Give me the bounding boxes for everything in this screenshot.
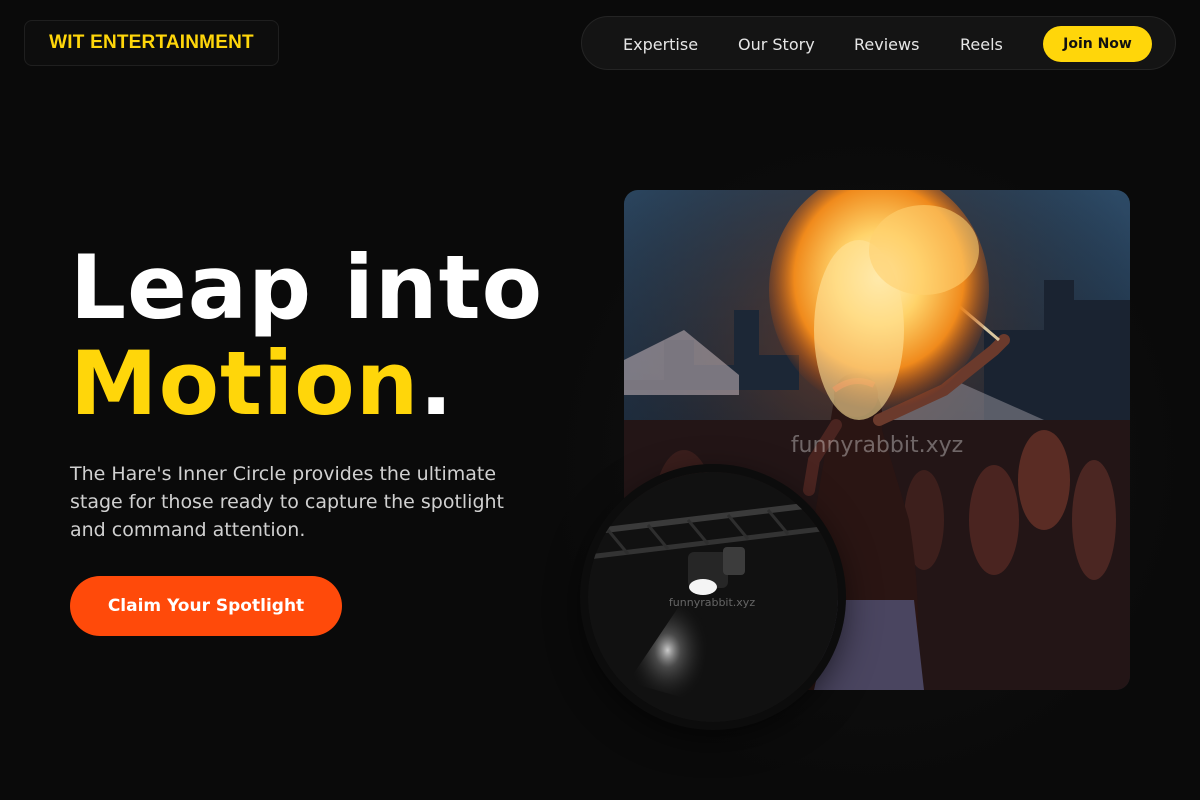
join-now-button[interactable]: Join Now (1043, 26, 1152, 62)
main-nav: Expertise Our Story Reviews Reels Join N… (581, 16, 1176, 70)
hero-title-punct: . (419, 332, 454, 435)
hero-title: Leap into Motion. (70, 240, 543, 432)
hero-title-highlight: Motion (70, 332, 420, 435)
nav-link-our-story[interactable]: Our Story (738, 17, 815, 71)
nav-link-expertise[interactable]: Expertise (623, 17, 698, 71)
claim-spotlight-button[interactable]: Claim Your Spotlight (70, 576, 342, 636)
spot-image-watermark: funnyrabbit.xyz (669, 596, 755, 609)
nav-link-reels[interactable]: Reels (960, 17, 1003, 71)
hero-title-line1: Leap into (70, 236, 544, 339)
main-image-watermark: funnyrabbit.xyz (791, 433, 963, 458)
nav-link-reviews[interactable]: Reviews (854, 17, 919, 71)
logo[interactable]: WIT ENTERTAINMENT (24, 20, 279, 66)
spotlight-image: funnyrabbit.xyz (588, 472, 838, 722)
logo-text: WIT ENTERTAINMENT (49, 32, 254, 53)
hero-title-line2: Motion. (70, 336, 543, 432)
hero-description: The Hare's Inner Circle provides the ult… (70, 463, 505, 541)
